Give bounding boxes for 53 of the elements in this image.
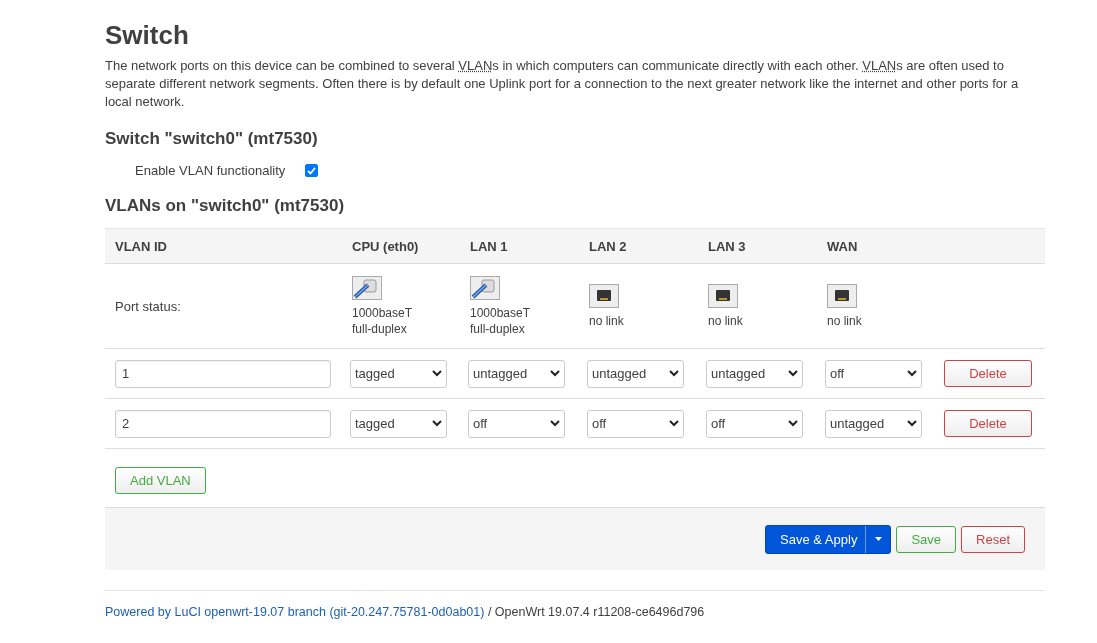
- chevron-down-icon: [669, 420, 679, 427]
- ethernet-cable-icon: [352, 276, 382, 300]
- section-heading: Switch "switch0" (mt7530): [105, 129, 319, 149]
- port-mode-select[interactable]: untagged: [825, 409, 922, 438]
- delete-button[interactable]: Delete: [944, 360, 1032, 387]
- row-label: Port status:: [114, 298, 182, 314]
- chevron-down-icon: [907, 420, 917, 427]
- chevron-down-icon: [432, 370, 442, 377]
- option-label: Enable VLAN functionality: [135, 163, 286, 178]
- chevron-down-icon: [907, 370, 917, 377]
- delete-button[interactable]: Delete: [944, 410, 1032, 437]
- port-status-text: full-duplex: [470, 322, 525, 336]
- ethernet-port-icon: [827, 284, 857, 308]
- chevron-down-icon: [788, 370, 798, 377]
- column-header: LAN 3: [707, 238, 747, 254]
- ethernet-cable-icon: [470, 276, 500, 300]
- section-heading: VLANs on "switch0" (mt7530): [105, 196, 346, 216]
- vlan-id-field[interactable]: 1: [115, 359, 331, 388]
- page-title: Switch: [105, 20, 190, 51]
- column-header: CPU (eth0): [351, 238, 420, 254]
- column-header: LAN 1: [469, 238, 509, 254]
- port-status-text: no link: [708, 314, 743, 328]
- chevron-down-icon: [669, 370, 679, 377]
- luci-link[interactable]: Powered by LuCI openwrt-19.07 branch (git-20.247.75781-0d0ab01): [105, 605, 485, 619]
- port-mode-select[interactable]: off: [587, 409, 684, 438]
- chevron-down-icon: [550, 370, 560, 377]
- port-status-text: no link: [589, 314, 624, 328]
- port-mode-select[interactable]: untagged: [706, 359, 803, 388]
- column-header: VLAN ID: [114, 238, 168, 254]
- port-status-text: no link: [827, 314, 862, 328]
- port-mode-select[interactable]: off: [825, 359, 922, 388]
- port-status-text: full-duplex: [352, 322, 407, 336]
- vlan-checkbox[interactable]: [305, 164, 319, 177]
- chevron-down-icon: [788, 420, 798, 427]
- column-header: LAN 2: [588, 238, 628, 254]
- port-mode-select[interactable]: off: [468, 409, 565, 438]
- ethernet-port-icon: [708, 284, 738, 308]
- port-mode-select[interactable]: off: [706, 409, 803, 438]
- port-mode-select[interactable]: untagged: [468, 359, 565, 388]
- port-mode-select[interactable]: untagged: [587, 359, 684, 388]
- action-button[interactable]: Reset: [961, 525, 1025, 553]
- port-status-text: 1000baseT: [470, 306, 531, 320]
- port-status-text: 1000baseT: [352, 306, 413, 320]
- port-mode-select[interactable]: tagged: [350, 409, 447, 438]
- caret-icon: [874, 537, 882, 541]
- description-text: The network ports on this device can be combined to several VLANs in which computers can communicate directly with each other. VLANs are often used to separate different network segments. Often there is by default one Uplink port for a connection to the next greater network like the internet and other ports for a local network.: [105, 57, 1020, 111]
- footer-text: Powered by LuCI openwrt-19.07 branch (git-20.247.75781-0d0ab01) / OpenWrt 19.07.4 r11208-ce6496d796: [105, 590, 1045, 619]
- vlan-id-field[interactable]: 2: [115, 409, 331, 438]
- port-mode-select[interactable]: tagged: [350, 359, 447, 388]
- column-header: WAN: [826, 238, 859, 254]
- chevron-down-icon: [550, 420, 560, 427]
- ethernet-port-icon: [589, 284, 619, 308]
- chevron-down-icon: [432, 420, 442, 427]
